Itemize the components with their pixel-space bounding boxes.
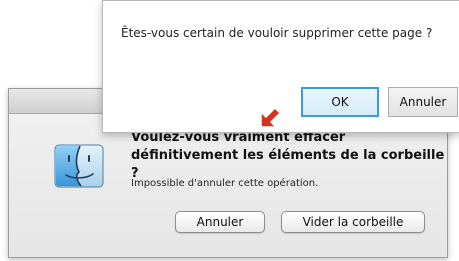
- cursor-arrow-icon: [260, 107, 281, 128]
- delete-page-message: Êtes-vous certain de vouloir supprimer c…: [121, 26, 433, 40]
- finder-icon: [54, 144, 104, 188]
- cancel-button[interactable]: Annuler: [175, 211, 265, 233]
- empty-trash-title: Voulez-vous vraiment effacer définitivem…: [131, 130, 445, 181]
- cancel-button[interactable]: Annuler: [388, 87, 458, 117]
- empty-trash-warning: Impossible d'annuler cette opération.: [131, 178, 319, 189]
- ok-button[interactable]: OK: [301, 87, 379, 117]
- empty-trash-button[interactable]: Vider la corbeille: [281, 211, 425, 233]
